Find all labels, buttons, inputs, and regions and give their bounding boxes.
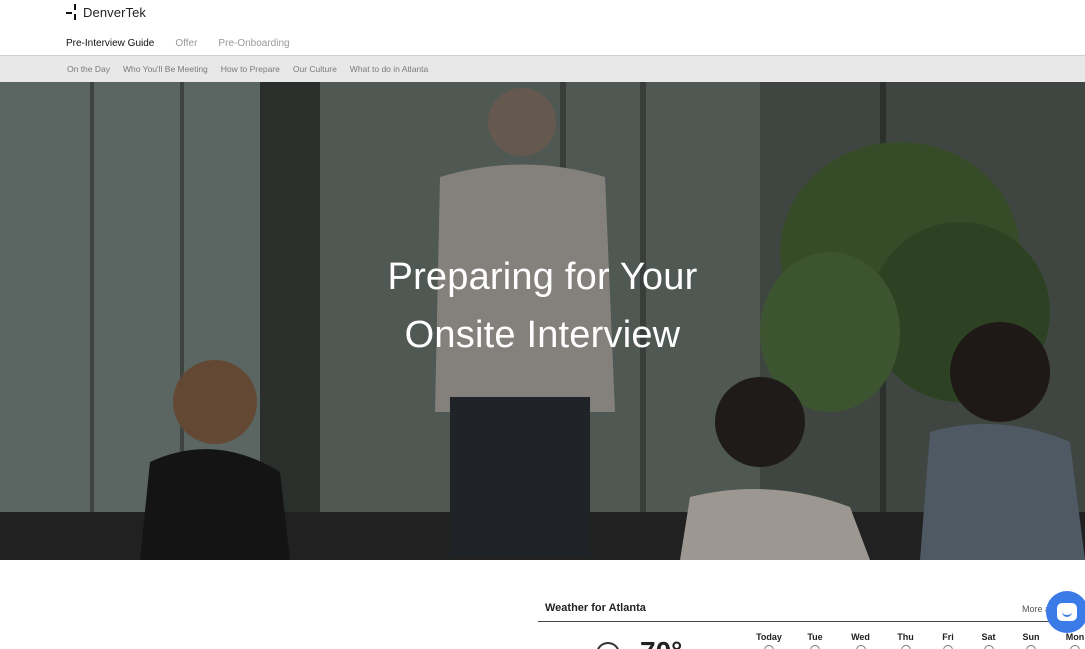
hero-title-line-2: Onsite Interview	[404, 314, 681, 356]
tab-pre-onboarding[interactable]: Pre-Onboarding	[218, 38, 289, 49]
forecast-day: Sat	[968, 632, 1009, 649]
forecast-days: Today Tue Wed Thu Fri Sat Sun Mon	[746, 632, 1085, 649]
forecast-icon	[1026, 645, 1036, 649]
current-temp: 70°	[640, 638, 682, 649]
forecast-icon	[900, 645, 911, 649]
forecast-icon	[983, 645, 994, 649]
forecast-icon	[943, 645, 953, 649]
forecast-icon	[855, 645, 866, 649]
chat-bubble-icon	[1057, 603, 1077, 621]
brand-logo[interactable]: DenverTek	[66, 3, 146, 21]
forecast-day: Fri	[928, 632, 968, 649]
forecast-icon	[810, 645, 820, 649]
forecast-icon	[1070, 645, 1080, 649]
hero-banner: Preparing for Your Onsite Interview	[0, 82, 1085, 560]
subnav-what-to-do-in-atlanta[interactable]: What to do in Atlanta	[350, 64, 428, 74]
forecast-day: Sun	[1009, 632, 1053, 649]
current-weather-icon	[596, 642, 620, 649]
hero-title: Preparing for Your Onsite Interview	[0, 248, 1085, 364]
forecast-day: Wed	[838, 632, 883, 649]
subnav-who-youll-be-meeting[interactable]: Who You'll Be Meeting	[123, 64, 208, 74]
hero-title-line-1: Preparing for Your	[387, 256, 698, 298]
forecast-day: Mon	[1053, 632, 1085, 649]
sub-nav: On the Day Who You'll Be Meeting How to …	[0, 55, 1085, 82]
forecast-day: Thu	[883, 632, 928, 649]
tab-offer[interactable]: Offer	[175, 38, 197, 49]
tab-pre-interview-guide[interactable]: Pre-Interview Guide	[66, 38, 154, 49]
top-nav: Pre-Interview Guide Offer Pre-Onboarding	[66, 38, 311, 49]
subnav-how-to-prepare[interactable]: How to Prepare	[221, 64, 280, 74]
chat-launcher-button[interactable]	[1046, 591, 1085, 633]
brand-name: DenverTek	[83, 4, 147, 20]
forecast-icon	[764, 645, 774, 649]
forecast-day: Today	[746, 632, 792, 649]
weather-widget: Weather for Atlanta More a 70° Today Tue…	[538, 598, 1085, 649]
subnav-on-the-day[interactable]: On the Day	[67, 64, 110, 74]
subnav-our-culture[interactable]: Our Culture	[293, 64, 337, 74]
weather-title: Weather for Atlanta	[545, 602, 646, 614]
logo-mark-icon	[66, 3, 78, 21]
weather-divider	[538, 621, 1085, 622]
forecast-day: Tue	[792, 632, 838, 649]
